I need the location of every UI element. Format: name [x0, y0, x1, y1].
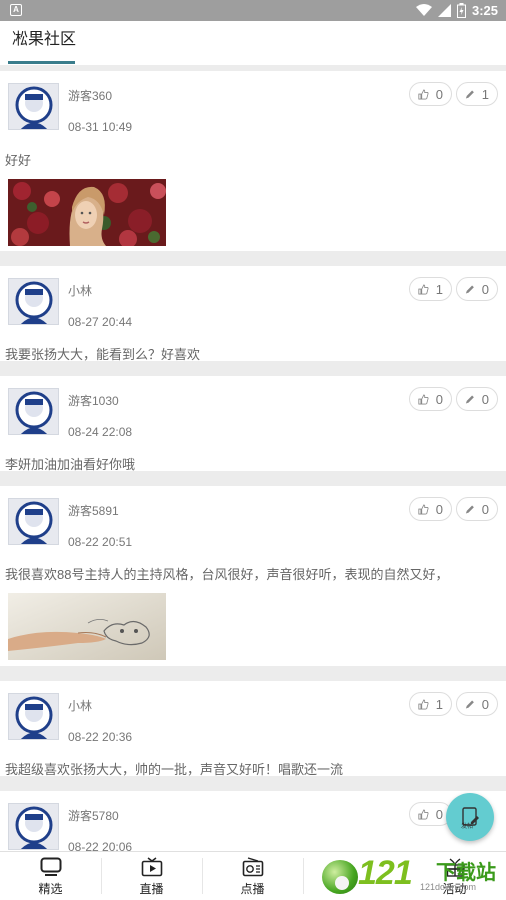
- battery-icon: [456, 3, 466, 18]
- username[interactable]: 小林: [68, 697, 92, 714]
- post-text: 好好: [5, 153, 32, 168]
- username[interactable]: 游客5780: [68, 807, 119, 824]
- nav-item-featured[interactable]: 精选: [0, 852, 101, 900]
- post-image-portrait[interactable]: [8, 179, 166, 246]
- post-time: 08-24 22:08: [68, 425, 133, 439]
- like-count: 0: [435, 391, 443, 407]
- comment-count: 0: [481, 501, 489, 517]
- post-text: 我很喜欢88号主持人的主持风格，台风很好，声音很好听，表现的自然又好，: [5, 567, 449, 582]
- avatar[interactable]: [8, 693, 59, 740]
- post-card[interactable]: 游客360 08-31 10:49 0 1 好好: [0, 71, 506, 251]
- like-button[interactable]: 0: [409, 497, 452, 521]
- comment-count: 1: [481, 86, 489, 102]
- avatar[interactable]: [8, 388, 59, 435]
- like-button[interactable]: 0: [409, 387, 452, 411]
- comment-button[interactable]: 0: [456, 387, 498, 411]
- like-count: 1: [435, 696, 443, 712]
- site-watermark: 121 下载站 121down.com: [318, 850, 506, 900]
- post-time: 08-22 20:51: [68, 535, 133, 549]
- page-title[interactable]: 凇果社区: [12, 25, 76, 49]
- pencil-icon: [465, 505, 474, 513]
- avatar[interactable]: [8, 803, 59, 850]
- app-root: A 3:25 凇果社区 游客360 08-31 10:49 0 1 好好 小林 …: [0, 0, 506, 900]
- nav-item-live[interactable]: 直播: [101, 852, 202, 900]
- tab-indicator: [8, 61, 75, 64]
- pencil-icon: [465, 700, 474, 708]
- like-count: 0: [435, 806, 443, 822]
- watermark-url: 121down.com: [420, 882, 477, 892]
- status-icons: 3:25: [415, 2, 498, 19]
- post-image-sketch[interactable]: [8, 593, 166, 660]
- comment-button[interactable]: 1: [456, 82, 498, 106]
- wifi-icon: [415, 4, 432, 16]
- post-card[interactable]: 游客1030 08-24 22:08 0 0 李妍加油加油看好你哦: [0, 376, 506, 472]
- post-text: 我要张扬大大，能看到么？好喜欢: [5, 347, 201, 362]
- avatar[interactable]: [8, 278, 59, 325]
- new-post-button[interactable]: 发帖: [446, 793, 494, 841]
- comment-count: 0: [481, 696, 489, 712]
- like-count: 0: [435, 86, 443, 102]
- post-card[interactable]: 小林 08-22 20:36 1 0 我超级喜欢张扬大大，帅的一批，声音又好听！…: [0, 681, 506, 777]
- nav-item-on-demand[interactable]: 点播: [202, 852, 303, 900]
- comment-count: 0: [481, 281, 489, 297]
- live-play-icon: [141, 857, 162, 877]
- nav-label: 点播: [240, 882, 265, 896]
- pencil-icon: [465, 285, 474, 293]
- username[interactable]: 游客5891: [68, 502, 119, 519]
- comment-button[interactable]: 0: [456, 692, 498, 716]
- new-post-label: 发帖: [461, 824, 474, 830]
- like-count: 0: [435, 501, 443, 517]
- username[interactable]: 游客1030: [68, 392, 119, 409]
- radio-icon: [242, 857, 263, 877]
- comment-count: 0: [481, 391, 489, 407]
- post-time: 08-27 20:44: [68, 315, 133, 329]
- like-count: 1: [435, 281, 443, 297]
- watermark-number: 121: [358, 854, 413, 892]
- thumb-up-icon: [418, 284, 429, 294]
- post-time: 08-22 20:36: [68, 730, 133, 744]
- username[interactable]: 小林: [68, 282, 92, 299]
- thumb-up-icon: [418, 394, 429, 404]
- post-text: 李妍加油加油看好你哦: [5, 457, 136, 472]
- thumb-up-icon: [418, 504, 429, 514]
- post-text: 我超级喜欢张扬大大，帅的一批，声音又好听！唱歌还一流: [5, 762, 344, 777]
- like-button[interactable]: 1: [409, 277, 452, 301]
- comment-button[interactable]: 0: [456, 497, 498, 521]
- avatar[interactable]: [8, 498, 59, 545]
- watermark-text: 下载站: [436, 862, 496, 884]
- comment-button[interactable]: 0: [456, 277, 498, 301]
- pencil-icon: [465, 90, 474, 98]
- thumb-up-icon: [418, 89, 429, 99]
- status-time: 3:25: [471, 3, 498, 18]
- post-time: 08-31 10:49: [68, 120, 133, 134]
- nav-label: 精选: [38, 882, 63, 896]
- avatar[interactable]: [8, 83, 59, 130]
- watermark-logo-icon: [322, 860, 358, 894]
- like-button[interactable]: 0: [409, 82, 452, 106]
- like-button[interactable]: 1: [409, 692, 452, 716]
- post-card[interactable]: 游客5891 08-22 20:51 0 0 我很喜欢88号主持人的主持风格，台…: [0, 486, 506, 666]
- tv-icon: [40, 857, 61, 876]
- pencil-icon: [465, 395, 474, 403]
- status-bar: A 3:25: [0, 0, 506, 21]
- thumb-up-icon: [418, 699, 429, 709]
- nav-label: 直播: [139, 882, 164, 896]
- notification-a-icon: A: [10, 4, 22, 16]
- header: 凇果社区: [0, 21, 506, 65]
- thumb-up-icon: [418, 809, 429, 819]
- signal-icon: [437, 4, 451, 17]
- username[interactable]: 游客360: [68, 87, 112, 104]
- post-card[interactable]: 小林 08-27 20:44 1 0 我要张扬大大，能看到么？好喜欢: [0, 266, 506, 362]
